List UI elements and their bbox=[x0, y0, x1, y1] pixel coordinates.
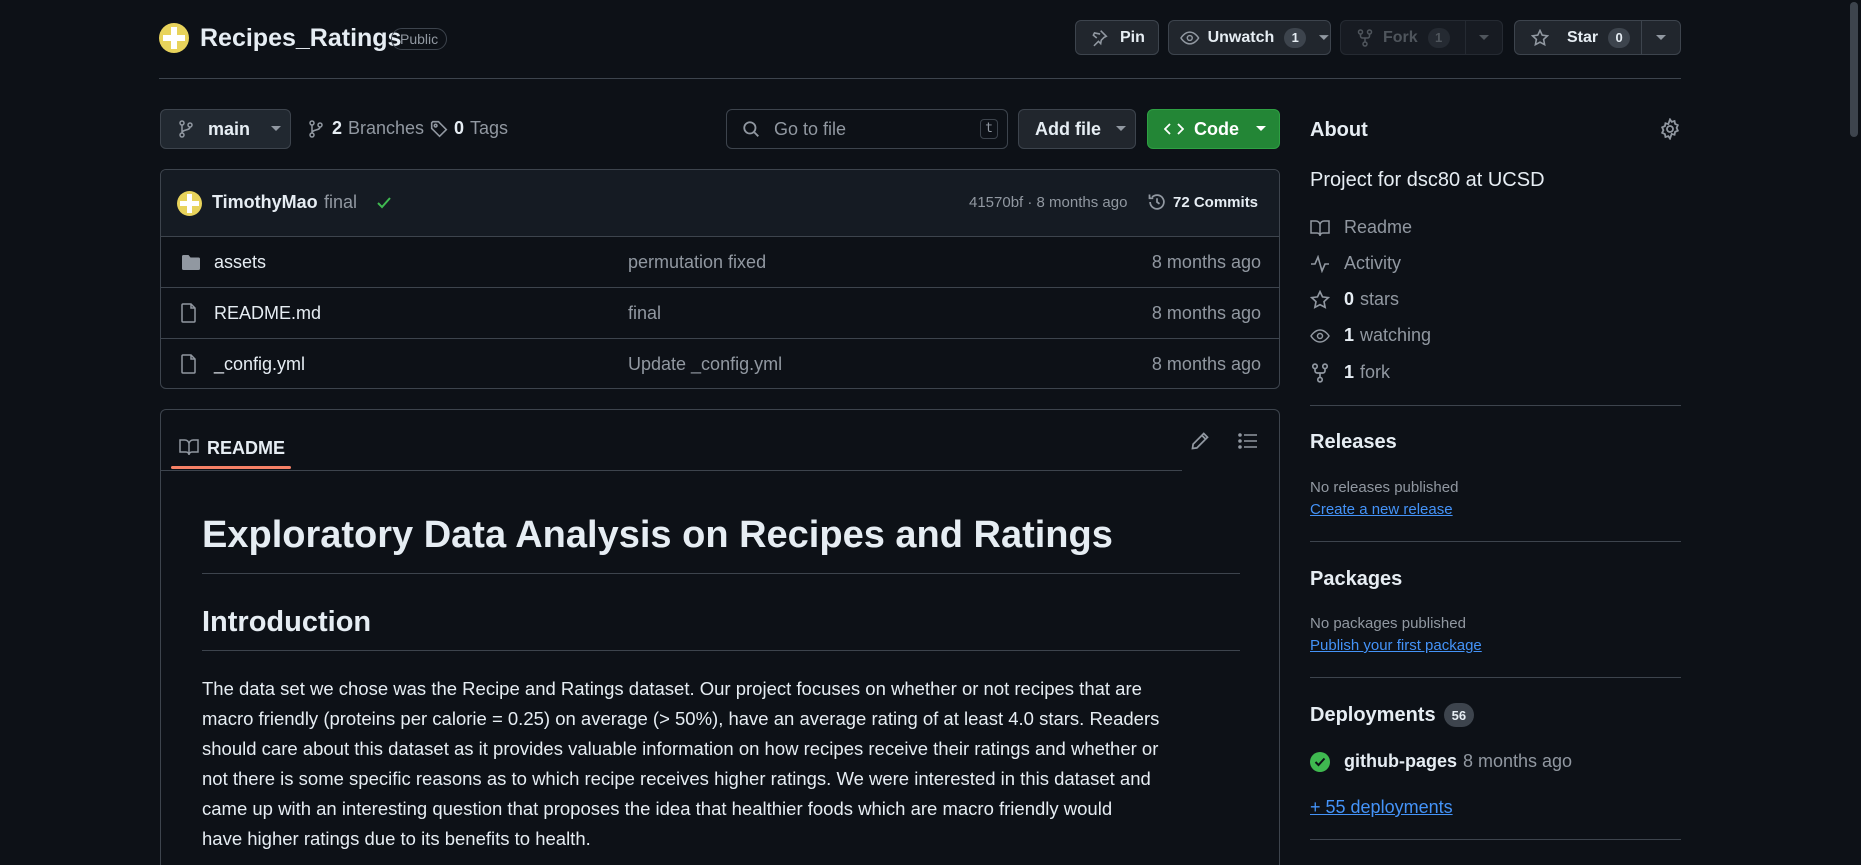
check-circle-icon bbox=[1310, 751, 1330, 772]
watching-link[interactable]: 1 watching bbox=[1310, 325, 1431, 346]
file-name[interactable]: README.md bbox=[214, 303, 321, 324]
readme-link[interactable]: Readme bbox=[1310, 217, 1412, 238]
unwatch-button[interactable]: Unwatch 1 bbox=[1168, 20, 1331, 55]
readme-tab-underline bbox=[171, 466, 291, 469]
h2-divider bbox=[202, 650, 1240, 651]
repo-avatar[interactable] bbox=[159, 23, 189, 53]
commit-author[interactable]: TimothyMao bbox=[212, 192, 318, 213]
chevron-down-icon[interactable] bbox=[1655, 34, 1667, 42]
star-counter: 0 bbox=[1608, 27, 1631, 48]
branch-icon bbox=[309, 119, 323, 138]
scrollbar-track[interactable] bbox=[1847, 0, 1861, 865]
file-icon bbox=[181, 354, 196, 374]
sidebar-divider bbox=[1310, 839, 1681, 840]
h1-divider bbox=[202, 573, 1240, 574]
forks-link[interactable]: 1 fork bbox=[1310, 362, 1390, 383]
visibility-badge: Public bbox=[391, 28, 448, 50]
about-description: Project for dsc80 at UCSD bbox=[1310, 169, 1545, 191]
branch-selector[interactable]: main bbox=[160, 109, 291, 149]
sidebar-divider bbox=[1310, 541, 1681, 542]
pin-button[interactable]: Pin bbox=[1075, 20, 1159, 55]
introduction-paragraph: The data set we chose was the Recipe and… bbox=[202, 678, 1160, 849]
shortcut-key: t bbox=[980, 119, 998, 139]
chevron-down-icon bbox=[271, 126, 282, 131]
eye-icon bbox=[1310, 328, 1330, 343]
readme-tab[interactable]: README bbox=[171, 426, 293, 480]
edit-icon[interactable] bbox=[1190, 431, 1210, 451]
deployments-counter: 56 bbox=[1443, 703, 1475, 727]
more-deployments-link[interactable]: + 55 deployments bbox=[1310, 797, 1453, 818]
file-date: 8 months ago bbox=[1151, 251, 1261, 272]
branch-icon bbox=[179, 120, 193, 138]
file-icon bbox=[181, 303, 196, 323]
file-commit-message[interactable]: final bbox=[628, 303, 661, 324]
header-divider bbox=[159, 78, 1681, 79]
eye-icon bbox=[1180, 30, 1200, 45]
pulse-icon bbox=[1311, 254, 1329, 273]
code-icon bbox=[1164, 123, 1184, 135]
file-date: 8 months ago bbox=[1151, 302, 1261, 323]
chevron-down-icon[interactable] bbox=[1478, 34, 1490, 42]
go-to-file-input[interactable]: Go to file t bbox=[726, 109, 1008, 149]
deployment-item[interactable]: github-pages 8 months ago bbox=[1310, 751, 1572, 772]
book-icon bbox=[179, 439, 199, 456]
file-row[interactable]: _config.yml Update _config.yml 8 months … bbox=[161, 338, 1279, 388]
commit-message[interactable]: final bbox=[324, 192, 357, 213]
author-avatar[interactable] bbox=[177, 191, 202, 216]
packages-empty: No packages published bbox=[1310, 615, 1466, 632]
sidebar-divider bbox=[1310, 677, 1681, 678]
code-button[interactable]: Code bbox=[1147, 109, 1280, 149]
star-icon bbox=[1310, 289, 1330, 309]
chevron-down-icon bbox=[1116, 126, 1126, 131]
chevron-down-icon[interactable] bbox=[1318, 34, 1330, 42]
book-icon bbox=[1310, 219, 1330, 236]
introduction-heading: Introduction bbox=[202, 606, 372, 638]
packages-heading[interactable]: Packages bbox=[1310, 568, 1402, 591]
file-commit-message[interactable]: permutation fixed bbox=[628, 252, 766, 273]
fork-icon bbox=[1311, 362, 1329, 383]
star-button[interactable]: Star 0 bbox=[1514, 20, 1681, 55]
about-heading: About bbox=[1310, 119, 1368, 141]
tags-link[interactable]: 0 Tags bbox=[430, 118, 508, 139]
folder-icon bbox=[182, 254, 200, 270]
file-commit-message[interactable]: Update _config.yml bbox=[628, 354, 782, 375]
deployments-heading[interactable]: Deployments 56 bbox=[1310, 703, 1475, 727]
search-icon bbox=[743, 121, 759, 137]
star-icon bbox=[1531, 28, 1549, 46]
tag-icon bbox=[430, 120, 448, 137]
file-list: TimothyMao final 41570bf · 8 months ago … bbox=[160, 169, 1280, 389]
fork-counter: 1 bbox=[1427, 27, 1450, 48]
readme-header-divider bbox=[161, 470, 1182, 471]
gear-icon[interactable] bbox=[1659, 118, 1681, 140]
stars-link[interactable]: 0 stars bbox=[1310, 289, 1399, 310]
releases-heading[interactable]: Releases bbox=[1310, 431, 1397, 454]
releases-empty: No releases published bbox=[1310, 479, 1459, 496]
fork-button[interactable]: Fork 1 bbox=[1340, 20, 1503, 55]
readme-box: README Exploratory Data Analysis on Reci… bbox=[160, 409, 1280, 865]
repo-name[interactable]: Recipes_Ratings bbox=[200, 24, 401, 53]
add-file-button[interactable]: Add file bbox=[1018, 109, 1136, 149]
readme-title: Exploratory Data Analysis on Recipes and… bbox=[202, 514, 1113, 556]
commits-link[interactable]: 72 Commits bbox=[1147, 192, 1258, 212]
file-name[interactable]: assets bbox=[214, 252, 266, 273]
check-icon bbox=[377, 197, 391, 209]
activity-link[interactable]: Activity bbox=[1310, 253, 1401, 274]
sidebar-divider bbox=[1310, 405, 1681, 406]
watch-counter: 1 bbox=[1284, 27, 1307, 48]
publish-package-link[interactable]: Publish your first package bbox=[1310, 637, 1482, 654]
fork-icon bbox=[1357, 28, 1373, 47]
list-icon[interactable] bbox=[1238, 432, 1258, 450]
file-name[interactable]: _config.yml bbox=[214, 354, 305, 375]
scrollbar-thumb[interactable] bbox=[1850, 2, 1858, 137]
chevron-down-icon bbox=[1256, 126, 1266, 131]
file-row[interactable]: assets permutation fixed 8 months ago bbox=[161, 236, 1279, 287]
commit-meta[interactable]: 41570bf · 8 months ago bbox=[969, 194, 1127, 211]
latest-commit-bar: TimothyMao final 41570bf · 8 months ago … bbox=[161, 170, 1279, 236]
history-icon bbox=[1148, 194, 1165, 210]
file-date: 8 months ago bbox=[1151, 353, 1261, 374]
file-row[interactable]: README.md final 8 months ago bbox=[161, 287, 1279, 338]
branches-link[interactable]: 2 Branches bbox=[308, 118, 424, 139]
pin-icon bbox=[1092, 29, 1108, 46]
create-release-link[interactable]: Create a new release bbox=[1310, 501, 1453, 518]
